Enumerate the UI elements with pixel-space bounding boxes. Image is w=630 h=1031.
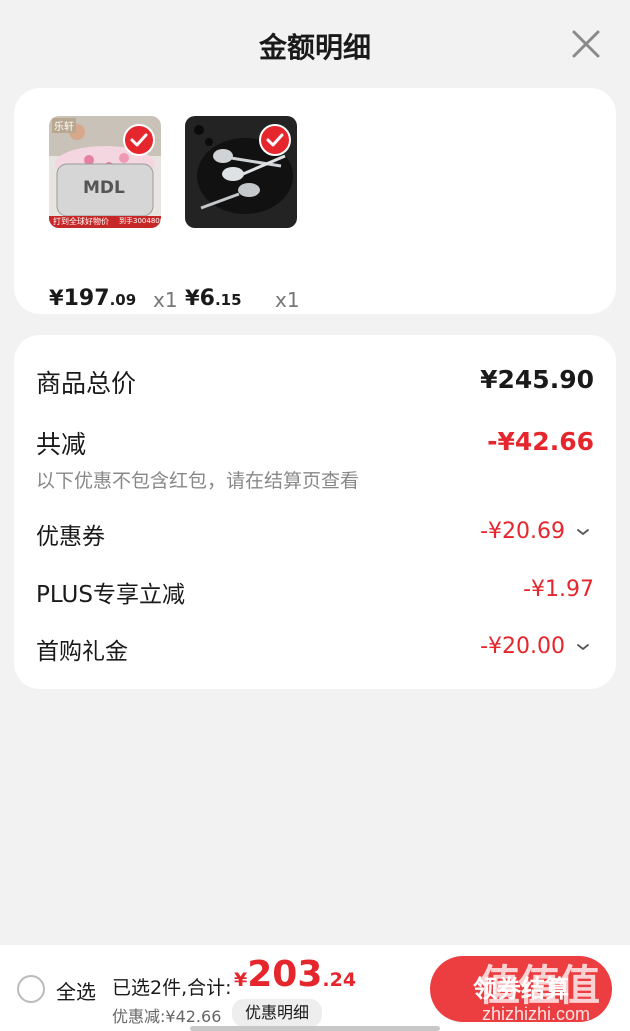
chevron-down-icon	[577, 529, 589, 536]
price-summary-card: 商品总价 ¥245.90 共减 -¥42.66 以下优惠不包含红包，请在结算页查…	[14, 335, 616, 689]
product-thumbnail-bathtub[interactable]: 乐轩 MDL 打到全球好物价 到手3004800	[49, 116, 161, 228]
plus-discount-label: PLUS专享立减	[36, 582, 185, 608]
product-banner-price: 到手3004800	[119, 217, 161, 225]
plus-discount-value: -¥1.97	[523, 577, 594, 602]
discount-note: 以下优惠不包含红包，请在结算页查看	[36, 470, 360, 492]
product-banner-text: 打到全球好物价	[53, 217, 109, 226]
amount-detail-sheet: 金额明细 乐轩 MDL 打到全球好物价 到手3004800 ¥197.09 x1…	[0, 0, 630, 945]
sheet-title: 金额明细	[258, 31, 371, 64]
product-qty: x1	[275, 288, 300, 312]
watermark-logo: 值值值 zhizhizhi.com	[478, 952, 630, 1031]
total-reduce-value: -¥42.66	[487, 427, 594, 456]
sheet-header: 金额明细	[0, 0, 630, 88]
discount-detail-button[interactable]: 优惠明细	[232, 999, 322, 1027]
selected-check-icon	[123, 124, 155, 156]
grand-total: ¥203.24	[234, 954, 357, 995]
product-price: ¥197.09	[49, 286, 137, 311]
product-brand-tag: 乐轩	[52, 118, 76, 133]
discount-summary: 优惠减:¥42.66	[112, 1007, 222, 1026]
chevron-down-icon	[577, 644, 589, 651]
coupon-label: 优惠券	[36, 524, 105, 550]
coupon-value: -¥20.69	[480, 519, 565, 544]
first-purchase-value: -¥20.00	[480, 634, 565, 659]
close-icon[interactable]	[566, 26, 606, 66]
product-thumbnail-spoons[interactable]	[185, 116, 297, 228]
product-qty: x1	[153, 288, 178, 312]
home-indicator[interactable]	[190, 1026, 440, 1031]
select-all-radio[interactable]	[17, 975, 45, 1003]
total-price-value: ¥245.90	[480, 365, 594, 394]
first-purchase-label: 首购礼金	[36, 639, 128, 665]
coupon-row[interactable]: -¥20.69	[480, 519, 592, 544]
first-purchase-row[interactable]: -¥20.00	[480, 634, 592, 659]
selected-check-icon	[259, 124, 291, 156]
total-price-label: 商品总价	[36, 369, 137, 398]
product-price: ¥6.15	[185, 286, 242, 311]
product-brand-logo: MDL	[83, 178, 125, 198]
select-all-label[interactable]: 全选	[56, 976, 96, 1005]
selected-count-text: 已选2件,合计:	[112, 977, 232, 999]
total-reduce-label: 共减	[36, 430, 87, 459]
products-card: 乐轩 MDL 打到全球好物价 到手3004800 ¥197.09 x1 ¥6.1…	[14, 88, 616, 314]
watermark-url: zhizhizhi.com	[482, 1004, 591, 1024]
